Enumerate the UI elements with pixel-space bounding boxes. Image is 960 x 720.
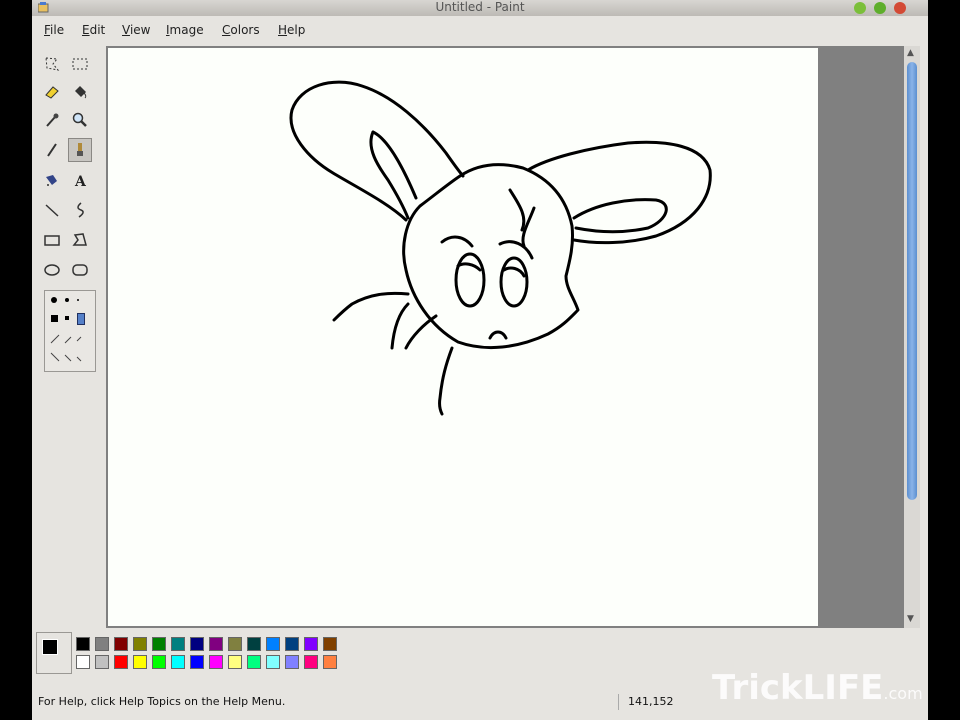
menu-colors[interactable]: Colors xyxy=(222,23,260,37)
status-separator xyxy=(618,694,619,710)
bunny-drawing xyxy=(289,80,712,416)
palette-swatch[interactable] xyxy=(209,637,223,651)
palette-swatch[interactable] xyxy=(266,655,280,669)
palette-swatch[interactable] xyxy=(228,637,242,651)
canvas-area xyxy=(106,46,904,628)
title-bar: Untitled - Paint xyxy=(32,0,928,16)
palette-swatch[interactable] xyxy=(133,637,147,651)
rectangle-icon[interactable] xyxy=(40,228,64,252)
palette-swatch[interactable] xyxy=(266,637,280,651)
menu-edit-mnemonic: E xyxy=(82,23,90,37)
menu-edit[interactable]: Edit xyxy=(82,23,105,37)
svg-text:A: A xyxy=(74,174,87,189)
menu-view-mnemonic: V xyxy=(122,23,130,37)
palette-swatch[interactable] xyxy=(114,655,128,669)
menu-image[interactable]: Image xyxy=(166,23,204,37)
text-icon[interactable]: A xyxy=(68,168,92,192)
cursor-coordinates: 141,152 xyxy=(628,695,674,708)
palette-swatch[interactable] xyxy=(323,655,337,669)
paint-window: Untitled - Paint File Edit View Image Co… xyxy=(32,0,928,720)
palette-swatch[interactable] xyxy=(304,655,318,669)
status-help-text: For Help, click Help Topics on the Help … xyxy=(38,695,286,708)
menu-bar: File Edit View Image Colors Help xyxy=(32,18,928,42)
menu-view[interactable]: View xyxy=(122,23,150,37)
menu-colors-label: olors xyxy=(230,23,260,37)
palette-swatch[interactable] xyxy=(190,637,204,651)
menu-help[interactable]: Help xyxy=(278,23,305,37)
polygon-icon[interactable] xyxy=(68,228,92,252)
palette-swatch[interactable] xyxy=(209,655,223,669)
free-select-icon[interactable] xyxy=(40,52,64,76)
palette-swatch[interactable] xyxy=(171,655,185,669)
brush-round-large[interactable] xyxy=(51,297,57,303)
menu-help-mnemonic: H xyxy=(278,23,288,37)
palette-swatch[interactable] xyxy=(76,637,90,651)
brush-square-large[interactable] xyxy=(51,315,58,322)
palette-swatch[interactable] xyxy=(114,637,128,651)
foreground-color xyxy=(42,639,58,655)
magnifier-icon[interactable] xyxy=(68,108,92,132)
palette-swatch[interactable] xyxy=(152,655,166,669)
palette-swatch[interactable] xyxy=(285,655,299,669)
menu-file-label: ile xyxy=(50,23,65,37)
palette-swatch[interactable] xyxy=(171,637,185,651)
menu-file[interactable]: File xyxy=(44,23,64,37)
palette-swatch[interactable] xyxy=(95,655,109,669)
palette-swatch[interactable] xyxy=(323,637,337,651)
palette-swatch[interactable] xyxy=(152,637,166,651)
color-palette xyxy=(36,632,356,676)
brush-round-medium[interactable] xyxy=(65,298,69,302)
palette-swatch[interactable] xyxy=(76,655,90,669)
scroll-up-arrow-icon[interactable]: ▲ xyxy=(907,48,914,58)
close-button[interactable] xyxy=(894,2,906,14)
minimize-button[interactable] xyxy=(854,2,866,14)
pencil-icon[interactable] xyxy=(40,138,64,162)
menu-view-label: iew xyxy=(129,23,151,37)
maximize-button[interactable] xyxy=(874,2,886,14)
palette-swatch[interactable] xyxy=(285,637,299,651)
color-picker-icon[interactable] xyxy=(40,108,64,132)
menu-image-label: mage xyxy=(169,23,204,37)
palette-swatch[interactable] xyxy=(304,637,318,651)
palette-swatch[interactable] xyxy=(228,655,242,669)
brush-icon[interactable] xyxy=(68,138,92,162)
palette-swatch[interactable] xyxy=(247,637,261,651)
vertical-scroll-thumb[interactable] xyxy=(907,62,917,500)
curve-icon[interactable] xyxy=(68,198,92,222)
watermark-main: TrickLIFE xyxy=(712,668,884,708)
fill-bucket-icon[interactable] xyxy=(68,80,92,104)
palette-swatch[interactable] xyxy=(95,637,109,651)
eraser-icon[interactable] xyxy=(40,80,64,104)
watermark: TrickLIFE.com xyxy=(712,668,923,708)
ellipse-icon[interactable] xyxy=(40,258,64,282)
current-colors-box[interactable] xyxy=(36,632,72,674)
palette-swatch[interactable] xyxy=(247,655,261,669)
toolbox: A xyxy=(36,46,102,626)
rounded-rect-icon[interactable] xyxy=(68,258,92,282)
airbrush-icon[interactable] xyxy=(40,168,64,192)
menu-help-label: elp xyxy=(287,23,306,37)
line-icon[interactable] xyxy=(40,198,64,222)
drawing-canvas[interactable] xyxy=(108,48,818,626)
menu-edit-label: dit xyxy=(89,23,106,37)
brush-round-small[interactable] xyxy=(77,299,79,301)
palette-swatch[interactable] xyxy=(133,655,147,669)
brush-shape-options[interactable] xyxy=(44,290,96,372)
brush-square-small-selected[interactable] xyxy=(77,313,85,325)
brush-square-medium[interactable] xyxy=(65,316,69,320)
watermark-suffix: .com xyxy=(883,684,923,703)
brush-slant-options[interactable] xyxy=(49,331,89,367)
window-title: Untitled - Paint xyxy=(435,0,525,14)
scroll-down-arrow-icon[interactable]: ▼ xyxy=(907,614,914,624)
vertical-scrollbar[interactable]: ▲ ▼ xyxy=(904,46,920,628)
rect-select-icon[interactable] xyxy=(68,52,92,76)
palette-swatch[interactable] xyxy=(190,655,204,669)
